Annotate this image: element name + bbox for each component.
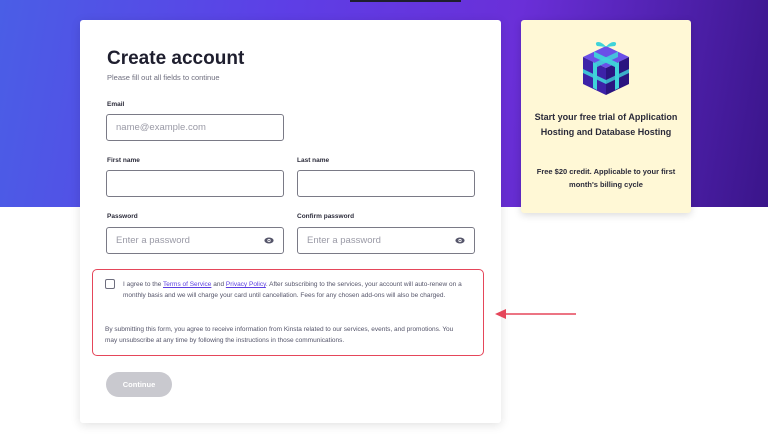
create-account-form: Create account Please fill out all field… [80,20,501,423]
continue-button[interactable]: Continue [106,372,172,397]
page-title: Create account [107,48,245,69]
password-placeholder: Enter a password [116,235,190,246]
eye-icon[interactable] [455,237,465,244]
terms-checkbox[interactable] [105,279,115,289]
terms-of-service-link[interactable]: Terms of Service [163,281,211,288]
confirm-password-label: Confirm password [297,213,355,220]
last-name-label: Last name [297,157,330,164]
email-field[interactable]: name@example.com [106,114,284,141]
password-label: Password [107,213,138,220]
first-name-label: First name [107,157,140,164]
first-name-field[interactable] [106,170,284,197]
promo-title: Start your free trial of Application Hos… [534,112,678,137]
eye-icon[interactable] [264,237,274,244]
top-nav-bar [350,0,461,2]
gift-box-icon [579,40,633,98]
annotation-arrow-icon [495,309,576,319]
confirm-password-placeholder: Enter a password [307,235,381,246]
promo-text: Free $20 credit. Applicable to your firs… [536,167,676,189]
last-name-field[interactable] [297,170,475,197]
email-placeholder: name@example.com [116,122,206,133]
confirm-password-field[interactable]: Enter a password [297,227,475,254]
terms-and: and [211,281,226,288]
form-subtitle: Please fill out all fields to continue [107,73,220,82]
password-field[interactable]: Enter a password [106,227,284,254]
privacy-policy-link[interactable]: Privacy Policy [226,281,266,288]
email-label: Email [107,101,125,108]
marketing-consent-text: By submitting this form, you agree to re… [105,326,454,344]
terms-prefix: I agree to the [123,281,163,288]
terms-text: I agree to the Terms of Service and Priv… [123,279,473,301]
promo-card: Start your free trial of Application Hos… [521,20,691,213]
